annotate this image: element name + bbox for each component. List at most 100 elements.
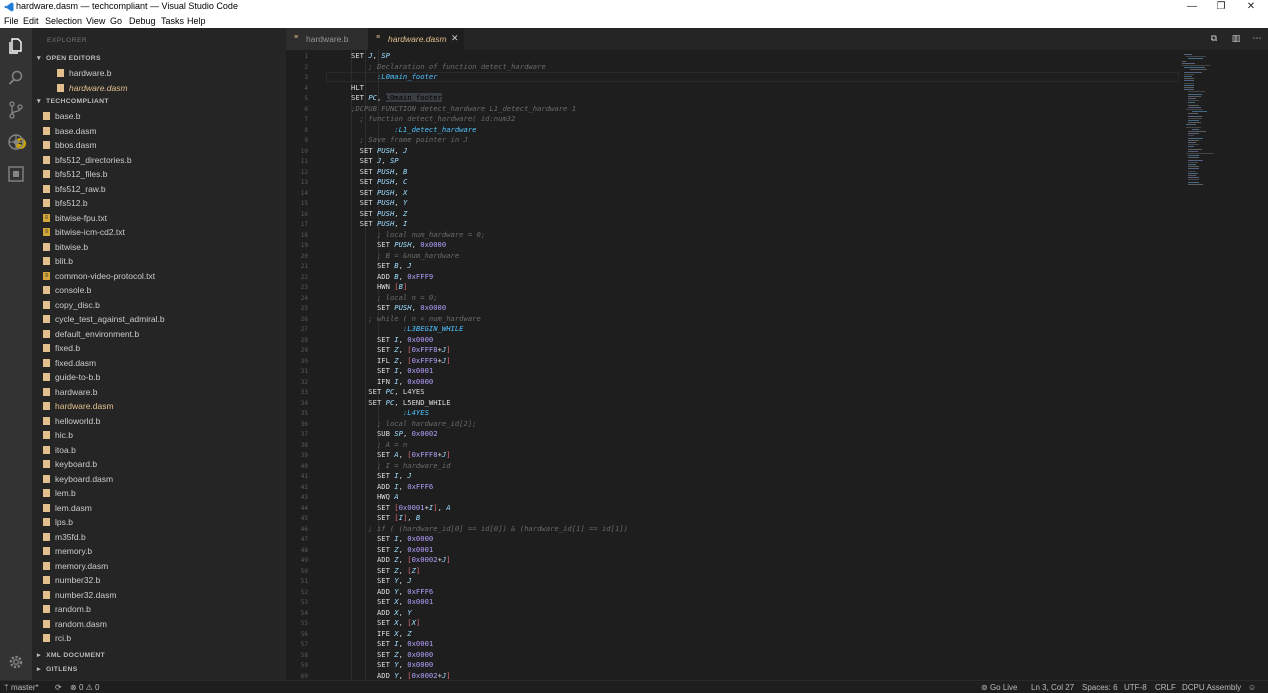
code-line[interactable]: IFN I, 0x0000: [351, 377, 433, 387]
file-item[interactable]: m35fd.b: [32, 530, 286, 545]
code-line[interactable]: IFL Z, [0xFFF9+J]: [351, 356, 451, 366]
code-line[interactable]: SET PUSH, J: [351, 146, 408, 156]
code-line[interactable]: :L4YES: [351, 408, 429, 418]
code-line[interactable]: SET PUSH, C: [351, 177, 408, 187]
file-item[interactable]: hardware.dasm: [32, 399, 286, 414]
code-line[interactable]: :L3BEGIN_WHILE: [351, 324, 464, 334]
file-item[interactable]: fixed.b: [32, 341, 286, 356]
file-item[interactable]: bfs512_files.b: [32, 167, 286, 182]
code-line[interactable]: SET X, 0x0001: [351, 597, 433, 607]
settings-gear-icon[interactable]: [6, 652, 26, 672]
code-line[interactable]: ; if ( (hardware_id[0] == id[0]) & (hard…: [351, 524, 628, 534]
code-line[interactable]: SET X, [X]: [351, 618, 420, 628]
code-line[interactable]: ; local num_hardware = 0;: [351, 230, 485, 240]
menu-tasks[interactable]: Tasks: [161, 16, 184, 26]
code-line[interactable]: SET I, 0x0001: [351, 639, 433, 649]
file-item[interactable]: rci.b: [32, 631, 286, 646]
git-branch[interactable]: ᛘ master*: [4, 683, 39, 692]
code-line[interactable]: SET I, 0x0001: [351, 366, 433, 376]
file-item[interactable]: fixed.dasm: [32, 356, 286, 371]
code-line[interactable]: ADD X, Y: [351, 608, 412, 618]
explorer-icon[interactable]: [6, 36, 26, 56]
split-editor-icon[interactable]: ▥: [1230, 34, 1242, 45]
code-line[interactable]: SET [0x0001+I], A: [351, 503, 451, 513]
file-item[interactable]: base.b: [32, 109, 286, 124]
open-editor-item[interactable]: hardware.b: [32, 66, 286, 81]
debug-icon[interactable]: [6, 132, 26, 152]
code-line[interactable]: SET J, SP: [351, 51, 390, 61]
code-line[interactable]: SET Z, 0x0000: [351, 650, 433, 660]
code-line[interactable]: SET PUSH, B: [351, 167, 408, 177]
feedback-smiley-icon[interactable]: ☺: [1248, 683, 1256, 692]
go-live-button[interactable]: ⊚ Go Live: [981, 683, 1018, 692]
file-item[interactable]: bitwise.b: [32, 240, 286, 255]
file-item[interactable]: bfs512_directories.b: [32, 153, 286, 168]
code-line[interactable]: :L1_detect_hardware: [351, 125, 476, 135]
code-line[interactable]: SET Y, J: [351, 576, 412, 586]
file-item[interactable]: blit.b: [32, 254, 286, 269]
code-line[interactable]: SET PUSH, Z: [351, 209, 408, 219]
code-lines[interactable]: SET J, SP ; Declaration of function dete…: [326, 50, 1186, 680]
code-line[interactable]: ; Save frame pointer in J: [351, 135, 468, 145]
project-section[interactable]: ▾ TECHCOMPLIANT: [32, 97, 286, 109]
file-item[interactable]: keyboard.dasm: [32, 472, 286, 487]
code-line[interactable]: SET I, 0x0000: [351, 335, 433, 345]
cursor-position[interactable]: Ln 3, Col 27: [1031, 683, 1074, 692]
code-line[interactable]: ; B = &num_hardware: [351, 251, 459, 261]
file-item[interactable]: number32.dasm: [32, 588, 286, 603]
code-line[interactable]: ; local hardware_id[2];: [351, 419, 477, 429]
code-line[interactable]: ; I = hardware_id: [351, 461, 451, 471]
code-line[interactable]: ; local n = 0;: [351, 293, 438, 303]
code-line[interactable]: SET B, J: [351, 261, 412, 271]
file-item[interactable]: guide-to-b.b: [32, 370, 286, 385]
code-line[interactable]: SET Z, [0xFFF8+J]: [351, 345, 451, 355]
file-item[interactable]: hardware.b: [32, 385, 286, 400]
file-item[interactable]: hic.b: [32, 428, 286, 443]
code-line[interactable]: SET PUSH, 0x0000: [351, 240, 446, 250]
open-editor-item[interactable]: hardware.dasm: [32, 81, 286, 96]
code-line[interactable]: SET [I], B: [351, 513, 420, 523]
code-line[interactable]: ; while ( n < num_hardware: [351, 314, 481, 324]
file-item[interactable]: number32.b: [32, 573, 286, 588]
code-editor[interactable]: 1 2 3 4 5 6 7 8 9 10 11 12 13 14 15 16 17 18 19 20 21 22 23 24 2…: [286, 50, 1268, 680]
code-line[interactable]: SET PC, L4YES: [351, 387, 424, 397]
close-window-button[interactable]: ✕: [1236, 0, 1266, 14]
file-item[interactable]: random.b: [32, 602, 286, 617]
code-line[interactable]: ;DCPUB FUNCTION detect_hardware L1_detec…: [351, 104, 576, 114]
code-line[interactable]: SET Z, 0x0001: [351, 545, 433, 555]
file-item[interactable]: bbos.dasm: [32, 138, 286, 153]
code-line[interactable]: ; A = n: [351, 440, 407, 450]
source-control-icon[interactable]: [6, 100, 26, 120]
file-item[interactable]: copy_disc.b: [32, 298, 286, 313]
code-line[interactable]: SET J, SP: [351, 156, 399, 166]
minimize-button[interactable]: —: [1177, 0, 1207, 14]
code-line[interactable]: SET Y, 0x0000: [351, 660, 433, 670]
tab-hardware-b[interactable]: ≡ hardware.b: [286, 28, 368, 50]
file-item[interactable]: lem.b: [32, 486, 286, 501]
file-item[interactable]: memory.dasm: [32, 559, 286, 574]
file-item[interactable]: bfs512.b: [32, 196, 286, 211]
menu-edit[interactable]: Edit: [23, 16, 39, 26]
file-item[interactable]: helloworld.b: [32, 414, 286, 429]
code-line[interactable]: IFE X, Z: [351, 629, 412, 639]
maximize-button[interactable]: ❐: [1206, 0, 1236, 14]
file-item[interactable]: keyboard.b: [32, 457, 286, 472]
search-icon[interactable]: [6, 68, 26, 88]
tab-close-button[interactable]: ✕: [451, 33, 459, 44]
file-item[interactable]: lps.b: [32, 515, 286, 530]
code-line[interactable]: SET I, J: [351, 471, 412, 481]
encoding[interactable]: UTF-8: [1124, 683, 1147, 692]
code-line[interactable]: SET PUSH, Y: [351, 198, 408, 208]
code-line[interactable]: HWQ A: [351, 492, 399, 502]
tab-hardware-dasm[interactable]: ≡ hardware.dasm ✕: [368, 28, 464, 50]
menu-selection[interactable]: Selection: [45, 16, 82, 26]
code-line[interactable]: SET PC, L5END_WHILE: [351, 398, 450, 408]
code-line[interactable]: ADD Z, [0x0002+J]: [351, 555, 451, 565]
menu-debug[interactable]: Debug: [129, 16, 156, 26]
gitlens-section[interactable]: ▸ GITLENS: [32, 665, 286, 677]
code-line[interactable]: SET A, [0xFFF8+J]: [351, 450, 451, 460]
code-line[interactable]: HLT: [351, 83, 364, 93]
minimap[interactable]: [1182, 50, 1262, 680]
language-mode[interactable]: DCPU Assembly: [1182, 683, 1241, 692]
file-item[interactable]: random.dasm: [32, 617, 286, 632]
